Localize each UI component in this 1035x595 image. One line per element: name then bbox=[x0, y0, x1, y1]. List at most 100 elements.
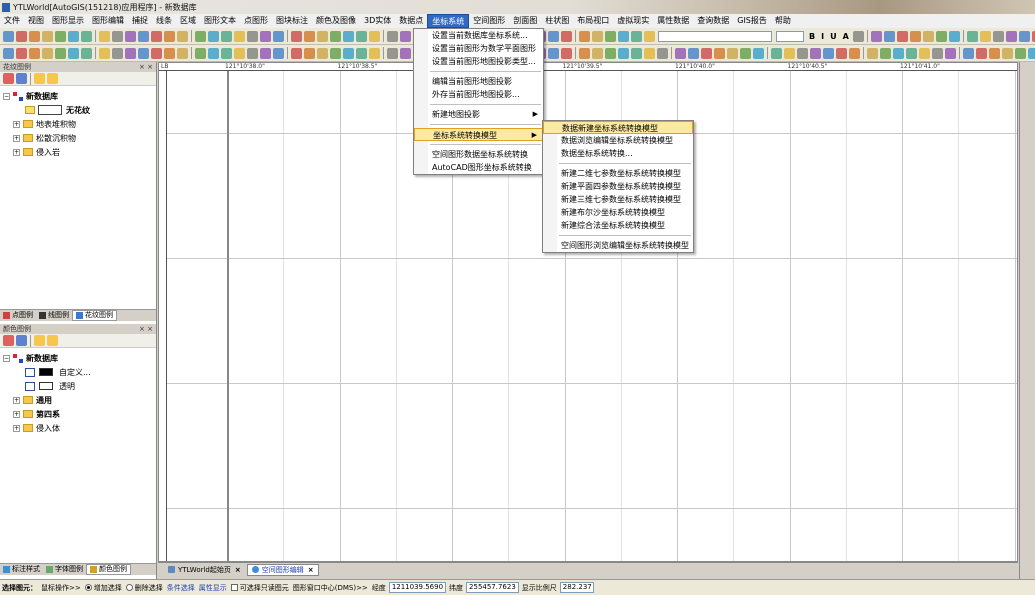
tool-icon[interactable] bbox=[234, 47, 245, 59]
collapse-icon[interactable]: − bbox=[3, 354, 10, 362]
menu-entry[interactable]: 新建二维七参数坐标系统转换模型 bbox=[543, 167, 693, 180]
tool-icon[interactable] bbox=[125, 30, 136, 42]
menu-item[interactable]: 数据点 bbox=[395, 14, 427, 28]
tool-icon[interactable] bbox=[330, 47, 341, 59]
tool-icon[interactable] bbox=[922, 30, 934, 42]
tool-icon[interactable] bbox=[260, 30, 271, 42]
expand-icon[interactable]: + bbox=[13, 120, 20, 128]
menu-item[interactable]: 虚拟现实 bbox=[613, 14, 653, 28]
legend-tool-icon[interactable] bbox=[3, 335, 14, 346]
tool-icon[interactable] bbox=[906, 47, 917, 59]
tool-icon[interactable] bbox=[579, 47, 590, 59]
tool-icon[interactable] bbox=[561, 47, 572, 59]
tool-icon[interactable] bbox=[727, 47, 738, 59]
expand-icon[interactable]: + bbox=[13, 410, 20, 418]
menu-entry[interactable]: 空间图形浏览编辑坐标系统转换模型 bbox=[543, 239, 693, 252]
tool-icon[interactable] bbox=[849, 47, 860, 59]
scale-field[interactable]: 282.237 bbox=[559, 582, 594, 593]
tool-icon[interactable] bbox=[55, 47, 66, 59]
menu-item[interactable]: 线条 bbox=[152, 14, 176, 28]
tab-label-style[interactable]: 标注样式 bbox=[0, 564, 43, 575]
tool-icon[interactable] bbox=[976, 47, 987, 59]
readonly-checkbox[interactable]: 可选择只读图元 bbox=[230, 583, 289, 593]
tool-icon[interactable] bbox=[548, 47, 559, 59]
tool-icon[interactable] bbox=[304, 47, 315, 59]
menu-entry[interactable]: 新建地图投影 ▶ bbox=[414, 108, 543, 121]
tool-icon[interactable] bbox=[138, 47, 149, 59]
text-format-button[interactable]: A bbox=[843, 32, 849, 41]
folder-icon[interactable] bbox=[34, 335, 45, 346]
tool-icon[interactable] bbox=[81, 30, 92, 42]
tool-icon[interactable] bbox=[605, 30, 616, 42]
tool-icon[interactable] bbox=[605, 47, 616, 59]
condition-select-link[interactable]: 条件选择 bbox=[167, 583, 195, 593]
tool-icon[interactable] bbox=[935, 30, 947, 42]
tool-icon[interactable] bbox=[99, 30, 110, 42]
tool-icon[interactable] bbox=[675, 47, 686, 59]
tool-icon[interactable] bbox=[16, 30, 27, 42]
tool-icon[interactable] bbox=[112, 30, 123, 42]
tool-icon[interactable] bbox=[966, 30, 978, 42]
tool-icon[interactable] bbox=[1005, 30, 1017, 42]
tool-icon[interactable] bbox=[356, 47, 367, 59]
tab-pattern-legend[interactable]: 花纹图例 bbox=[72, 310, 117, 321]
menu-item[interactable]: 空间图形 bbox=[469, 14, 509, 28]
tool-icon[interactable] bbox=[68, 30, 79, 42]
tool-icon[interactable] bbox=[823, 47, 834, 59]
tool-icon[interactable] bbox=[125, 47, 136, 59]
tree-folder[interactable]: + 通用 bbox=[3, 393, 156, 407]
tool-icon[interactable] bbox=[16, 47, 27, 59]
tool-icon[interactable] bbox=[195, 47, 206, 59]
tool-icon[interactable] bbox=[979, 30, 991, 42]
menu-item[interactable]: 点图形 bbox=[240, 14, 272, 28]
tool-icon[interactable] bbox=[247, 30, 258, 42]
menu-item[interactable]: 区域 bbox=[176, 14, 200, 28]
tool-icon[interactable] bbox=[164, 47, 175, 59]
radio-add-select[interactable]: 增加选择 bbox=[84, 583, 122, 593]
tool-icon[interactable] bbox=[932, 47, 943, 59]
close-icon[interactable]: × bbox=[308, 566, 314, 574]
tree-folder[interactable]: + 侵入体 bbox=[3, 421, 156, 435]
tree-root[interactable]: − 新数据库 bbox=[3, 89, 156, 103]
lat-field[interactable]: 255457.7623 bbox=[466, 582, 519, 593]
tab-start-page[interactable]: YTLWorld起始页 × bbox=[164, 564, 245, 576]
tool-icon[interactable] bbox=[3, 30, 14, 42]
attribute-display-link[interactable]: 属性显示 bbox=[199, 583, 227, 593]
tool-icon[interactable] bbox=[963, 47, 974, 59]
tool-icon[interactable] bbox=[644, 30, 655, 42]
tool-icon[interactable] bbox=[356, 30, 367, 42]
tool-icon[interactable] bbox=[631, 30, 642, 42]
tab-point-legend[interactable]: 点图例 bbox=[0, 310, 36, 321]
tool-icon[interactable] bbox=[631, 47, 642, 59]
tool-icon[interactable] bbox=[208, 30, 219, 42]
tool-icon[interactable] bbox=[304, 30, 315, 42]
menu-item[interactable]: 颜色及图像 bbox=[312, 14, 360, 28]
tree-item-selected[interactable]: 无花纹 bbox=[3, 103, 156, 117]
tool-icon[interactable] bbox=[919, 47, 930, 59]
menu-item[interactable]: 捕捉 bbox=[128, 14, 152, 28]
tool-icon[interactable] bbox=[317, 30, 328, 42]
folder-open-icon[interactable] bbox=[47, 335, 58, 346]
tool-icon[interactable] bbox=[852, 30, 864, 42]
tool-icon[interactable] bbox=[330, 30, 341, 42]
tool-icon[interactable] bbox=[99, 47, 110, 59]
tool-icon[interactable] bbox=[177, 30, 188, 42]
tool-icon[interactable] bbox=[343, 30, 354, 42]
tool-icon[interactable] bbox=[369, 30, 380, 42]
menu-entry[interactable]: 新建布尔沙坐标系统转换模型 bbox=[543, 206, 693, 219]
tool-icon[interactable] bbox=[221, 47, 232, 59]
tree-folder[interactable]: + 第四系 bbox=[3, 407, 156, 421]
tab-font-legend[interactable]: 字体图例 bbox=[43, 564, 86, 575]
tree-folder[interactable]: + 松散沉积物 bbox=[3, 131, 156, 145]
menu-entry[interactable]: 编辑当前图形地图投影 bbox=[414, 75, 543, 88]
tool-icon[interactable] bbox=[945, 47, 956, 59]
menu-item[interactable]: 图形显示 bbox=[48, 14, 88, 28]
tool-icon[interactable] bbox=[42, 30, 53, 42]
text-format-button[interactable]: B bbox=[809, 32, 815, 41]
menu-item[interactable]: 图形编辑 bbox=[88, 14, 128, 28]
tool-icon[interactable] bbox=[714, 47, 725, 59]
tool-icon[interactable] bbox=[195, 30, 206, 42]
menu-entry[interactable]: 新建综合法坐标系统转换模型 bbox=[543, 219, 693, 232]
tool-icon[interactable] bbox=[1015, 47, 1026, 59]
menu-entry[interactable]: 设置当前数据库坐标系统... bbox=[414, 29, 543, 42]
